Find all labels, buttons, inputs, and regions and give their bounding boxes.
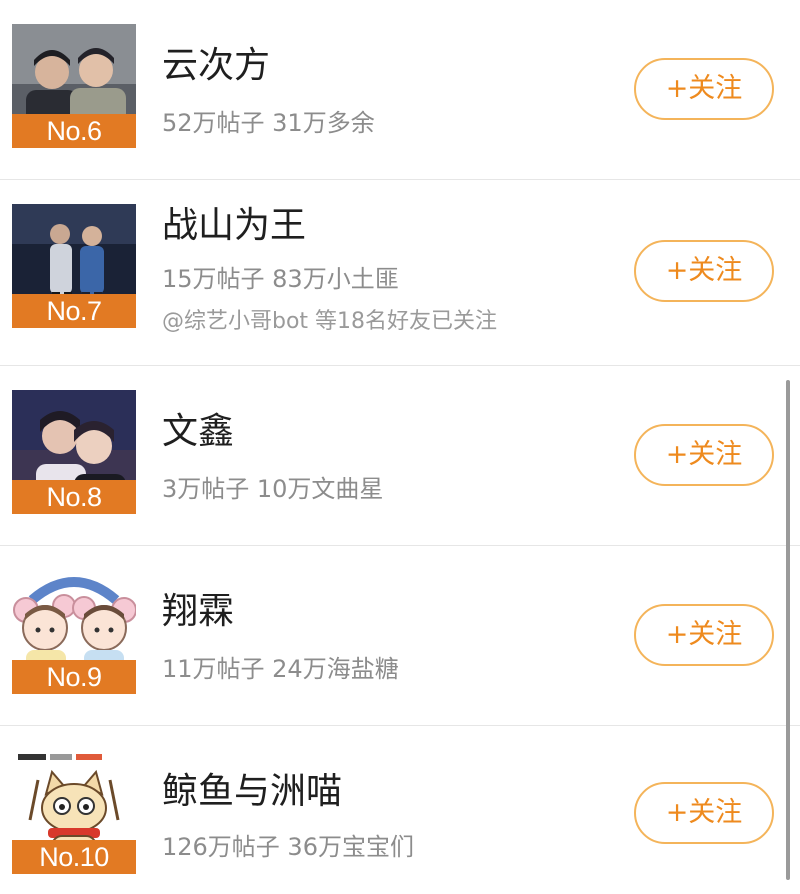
topic-stats: 11万帖子 24万海盐糖	[162, 655, 399, 683]
topic-thumbnail[interactable]: No.9	[12, 570, 136, 694]
topic-stats: 15万帖子 83万小土匪	[162, 265, 399, 293]
topic-title[interactable]: 文鑫	[162, 410, 234, 454]
rank-badge: No.7	[12, 294, 136, 328]
rank-badge: No.10	[12, 840, 136, 874]
rank-badge: No.6	[12, 114, 136, 148]
topic-title[interactable]: 云次方	[162, 44, 270, 88]
super-topic-rank-list: No.6 云次方 52万帖子 31万多余 +关注 No.7 战山为王 15万帖子	[0, 0, 800, 894]
list-item[interactable]: No.7 战山为王 15万帖子 83万小土匪 @综艺小哥bot 等18名好友已关…	[0, 180, 800, 366]
topic-title[interactable]: 翔霖	[162, 590, 234, 634]
follow-button[interactable]: +关注	[634, 604, 774, 666]
follow-button-label: +关注	[665, 619, 743, 650]
follow-button[interactable]: +关注	[634, 782, 774, 844]
follow-button[interactable]: +关注	[634, 424, 774, 486]
topic-thumbnail[interactable]: No.7	[12, 204, 136, 328]
scrollbar[interactable]	[786, 380, 790, 880]
follow-button-label: +关注	[665, 255, 743, 286]
follow-button[interactable]: +关注	[634, 240, 774, 302]
list-item[interactable]: No.10 鲸鱼与洲喵 126万帖子 36万宝宝们 +关注	[0, 726, 800, 894]
follow-button[interactable]: +关注	[634, 58, 774, 120]
list-item[interactable]: No.6 云次方 52万帖子 31万多余 +关注	[0, 0, 800, 180]
follow-button-label: +关注	[665, 439, 743, 470]
topic-thumbnail[interactable]: No.8	[12, 390, 136, 514]
list-item[interactable]: No.9 翔霖 11万帖子 24万海盐糖 +关注	[0, 546, 800, 726]
list-item[interactable]: No.8 文鑫 3万帖子 10万文曲星 +关注	[0, 366, 800, 546]
rank-badge: No.8	[12, 480, 136, 514]
topic-stats: 52万帖子 31万多余	[162, 109, 375, 137]
follow-button-label: +关注	[665, 797, 743, 828]
topic-title[interactable]: 战山为王	[162, 204, 306, 248]
topic-thumbnail[interactable]: No.10	[12, 750, 136, 874]
topic-stats: 3万帖子 10万文曲星	[162, 475, 384, 503]
friends-followed-text: @综艺小哥bot 等18名好友已关注	[162, 309, 498, 334]
topic-thumbnail[interactable]: No.6	[12, 24, 136, 148]
rank-badge: No.9	[12, 660, 136, 694]
follow-button-label: +关注	[665, 73, 743, 104]
topic-title[interactable]: 鲸鱼与洲喵	[162, 770, 342, 814]
topic-stats: 126万帖子 36万宝宝们	[162, 833, 414, 861]
